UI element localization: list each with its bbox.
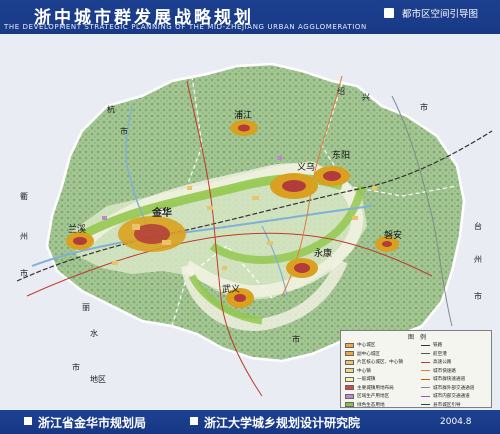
label-zhou: 州 [20,232,28,241]
legend-item: 区域生产用地区 [345,392,403,401]
legend-label: 城市内部交通通道 [433,394,470,400]
legend-item: 主要城镇用地布局 [345,384,403,393]
legend-item: 城市快速路 [421,367,474,376]
label-xing: 兴 [362,93,370,102]
map-sheet: 浙中城市群发展战略规划 THE DEVELOPMENT STRATEGIC PL… [0,0,500,434]
legend-column-left: 中心城区 副中心城区 片区核心城区、中心镇 中心镇 一般城镇 主要城镇用地布局 … [345,341,403,409]
square-bullet-icon [24,417,32,425]
legend-item: 片区核心城区、中心镇 [345,358,403,367]
legend-line-swatch [421,361,430,363]
footer-organization-left: 浙江省金华市规划局 [38,416,147,430]
label-yongkang: 永康 [314,249,333,259]
footer-organization-right: 浙江大学城乡规划设计研究院 [204,416,361,430]
urban-area-dongyang [314,166,350,186]
legend-swatch [345,342,354,348]
legend-item: 中心镇 [345,367,403,376]
legend-label: 城市群外部交通通道 [433,385,475,391]
label-pujiang: 浦江 [234,111,253,121]
legend-label: 中心镇 [357,368,371,374]
urban-area-yiwu [270,173,318,199]
urban-area-pujiang [230,120,258,136]
square-bullet-icon [384,8,394,18]
label-li: 丽 [82,303,90,312]
label-yiwu: 义乌 [297,163,316,173]
legend-label: 区域生产用地区 [357,394,390,400]
label-area: 地区 [90,375,106,384]
legend-line-swatch [421,395,430,397]
label-shi-2: 市 [120,127,128,136]
legend-swatch [345,376,354,382]
label-shao: 绍 [337,87,345,96]
label-hang: 杭 [107,105,115,114]
legend-swatch [345,368,354,374]
legend-line-swatch [421,404,430,406]
legend-line-swatch [421,370,430,372]
label-panan: 磐安 [384,231,403,241]
legend-line-swatch [421,378,430,380]
footer-date: 2004.8 [440,417,472,427]
label-shi-1: 市 [420,103,428,112]
label-qu: 衢 [20,192,28,201]
legend-item: 铁路 [421,341,474,350]
legend-item: 中心城区 [345,341,403,350]
legend-swatch [345,359,354,365]
label-shui: 水 [90,329,98,338]
header-bar: 浙中城市群发展战略规划 THE DEVELOPMENT STRATEGIC PL… [0,0,500,34]
map-name: 都市区空间引导图 [402,9,479,20]
legend-label: 一般城镇 [357,377,376,383]
legend-item: 副中心城区 [345,350,403,359]
legend-item: 绿色生态用地 [345,401,403,410]
map-legend: 图 例 中心城区 副中心城区 片区核心城区、中心镇 中心镇 一般城镇 主要城镇用… [340,330,492,408]
legend-item: 县市城区引导 [421,401,474,410]
legend-swatch [345,393,354,399]
legend-label: 高速公路 [433,360,452,366]
label-shi-5: 市 [474,292,482,301]
legend-label: 中心城区 [357,343,376,349]
legend-title: 图 例 [407,334,426,341]
label-jinhua: 金华 [152,208,172,219]
legend-item: 一般城镇 [345,375,403,384]
label-shi-6: 市 [292,335,300,344]
legend-swatch [345,402,354,408]
legend-label: 县市城区引导 [433,402,461,408]
legend-line-swatch [421,344,430,346]
legend-item: 城市群快速通道 [421,375,474,384]
footer-bar: 浙江省金华市规划局 浙江大学城乡规划设计研究院 2004.8 [0,410,500,434]
square-bullet-icon [190,417,198,425]
legend-item: 航空港 [421,350,474,359]
label-zhou-2: 州 [474,255,482,264]
legend-column-right: 铁路 航空港 高速公路 城市快速路 城市群快速通道 城市群外部交通通道 城市内部… [421,341,474,409]
legend-swatch [345,351,354,357]
legend-item: 城市内部交通通道 [421,392,474,401]
legend-label: 主要城镇用地布局 [357,385,394,391]
label-lanxi: 兰溪 [68,225,87,235]
legend-label: 副中心城区 [357,351,380,357]
legend-label: 城市快速路 [433,368,456,374]
legend-line-swatch [421,353,430,355]
legend-label: 绿色生态用地 [357,402,385,408]
label-wuyi: 武义 [222,285,241,295]
legend-line-swatch [421,387,430,389]
legend-label: 片区核心城区、中心镇 [357,360,403,366]
legend-swatch [345,385,354,391]
legend-item: 城市群外部交通通道 [421,384,474,393]
legend-item: 高速公路 [421,358,474,367]
label-tai: 台 [474,222,482,231]
urban-area-jinhua [118,216,186,252]
urban-area-yongkang [286,258,318,278]
legend-label: 城市群快速通道 [433,377,466,383]
label-shi-3: 市 [20,269,28,278]
label-dongyang: 东阳 [332,151,351,161]
map-subtitle: THE DEVELOPMENT STRATEGIC PLANNING OF TH… [4,23,367,31]
legend-label: 航空港 [433,351,447,357]
legend-label: 铁路 [433,343,443,349]
label-shi-4: 市 [72,363,80,372]
